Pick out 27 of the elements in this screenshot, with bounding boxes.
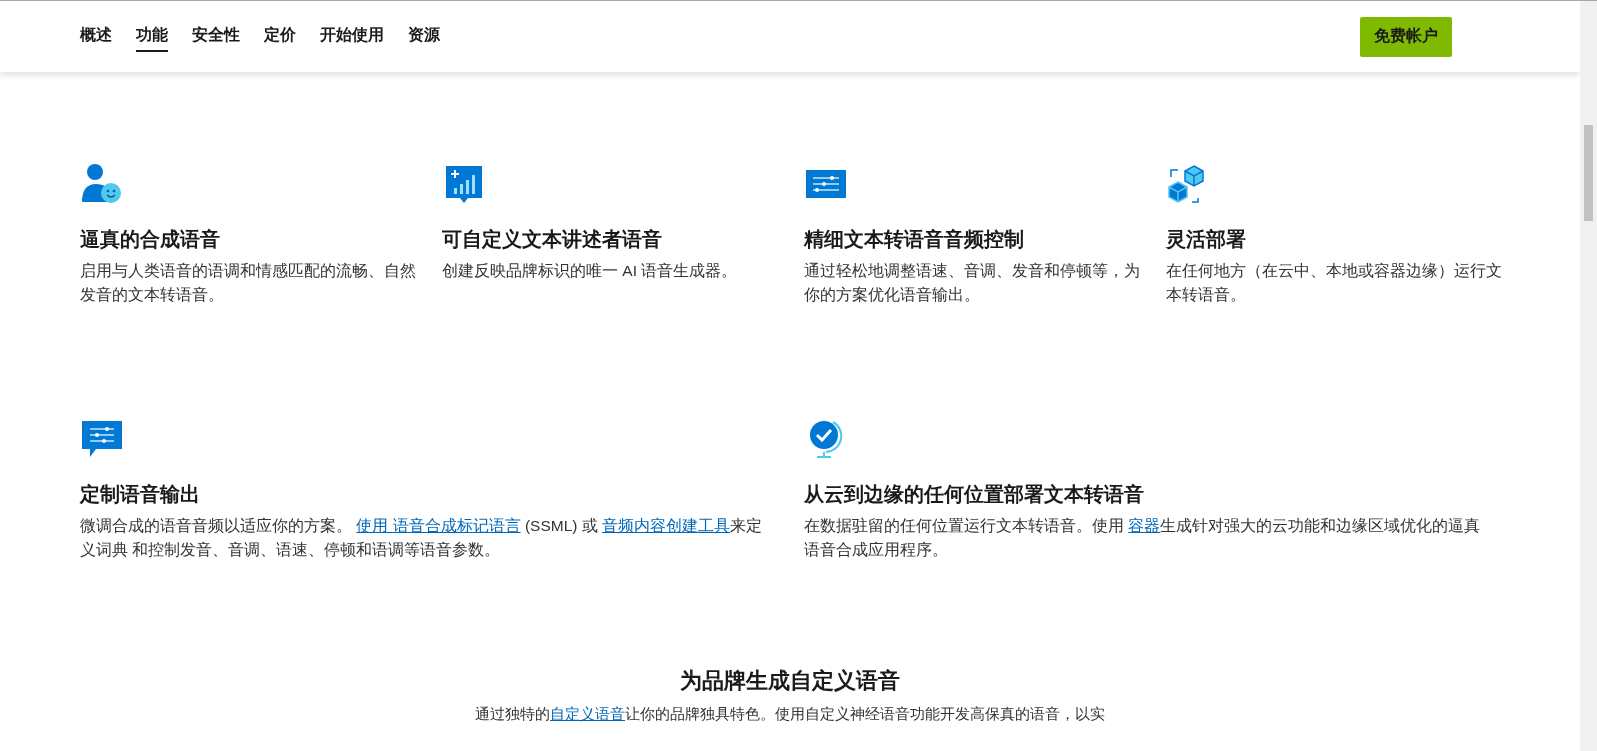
text-link[interactable]: 容器 [1128, 517, 1161, 534]
nav-tab[interactable]: 资源 [408, 21, 440, 52]
nav-tab[interactable]: 功能 [136, 21, 168, 52]
free-account-button[interactable]: 免费帐户 [1360, 16, 1452, 57]
text-link[interactable]: 音频内容创建工具 [602, 517, 731, 534]
feature-title: 精细文本转语音音频控制 [804, 227, 1025, 252]
nav-tab[interactable]: 开始使用 [320, 21, 384, 52]
text-link[interactable]: 自定义语音 [550, 706, 625, 722]
feature-description: 在任何地方（在云中、本地或容器边缘）运行文本转语音。 [1166, 261, 1503, 305]
section-description: 通过独特的 自定义语音让你的品牌独具特色。使用自定义神经语音功能开发高保真的语音，以实 [474, 705, 1106, 724]
feature-title: 从云到边缘的任何位置部署文本转语音 [804, 482, 1145, 507]
nav-tab[interactable]: 定价 [264, 21, 296, 52]
nav-tab[interactable]: 概述 [80, 21, 112, 52]
person-smile-icon [80, 162, 124, 206]
nav-tab[interactable]: 安全性 [192, 21, 240, 52]
feature-title: 定制语音输出 [80, 482, 201, 507]
feature-description: 微调合成的语音音频以适应你的方案。 使用 语音合成标记语言 (SSML) 或 音频内容创建工具来定义词典 和控制发音、音调、语速、停顿和语调等语音参数。 [80, 516, 764, 560]
feature-title: 逼真的合成语音 [80, 227, 221, 252]
feature-description: 启用与人类语音的语调和情感匹配的流畅、自然发音的文本转语音。 [80, 261, 417, 305]
feature-description: 创建反映品牌标识的唯一 AI 语音生成器。 [442, 261, 739, 281]
section-title: 为品牌生成自定义语音 [679, 667, 901, 695]
feature-description: 在数据驻留的任何位置运行文本转语音。使用 容器生成针对强大的云功能和边缘区域优化的逼真语音合成应用程序。 [804, 516, 1482, 560]
feature-title: 灵活部署 [1166, 227, 1247, 252]
text-link[interactable]: 使用 语音合成标记语言 [356, 517, 521, 534]
feature-description: 通过轻松地调整语速、音调、发音和停顿等，为你的方案优化语音输出。 [804, 261, 1141, 305]
feature-title: 可自定义文本讲述者语音 [442, 227, 663, 252]
scrollbar-thumb[interactable] [1584, 125, 1593, 221]
